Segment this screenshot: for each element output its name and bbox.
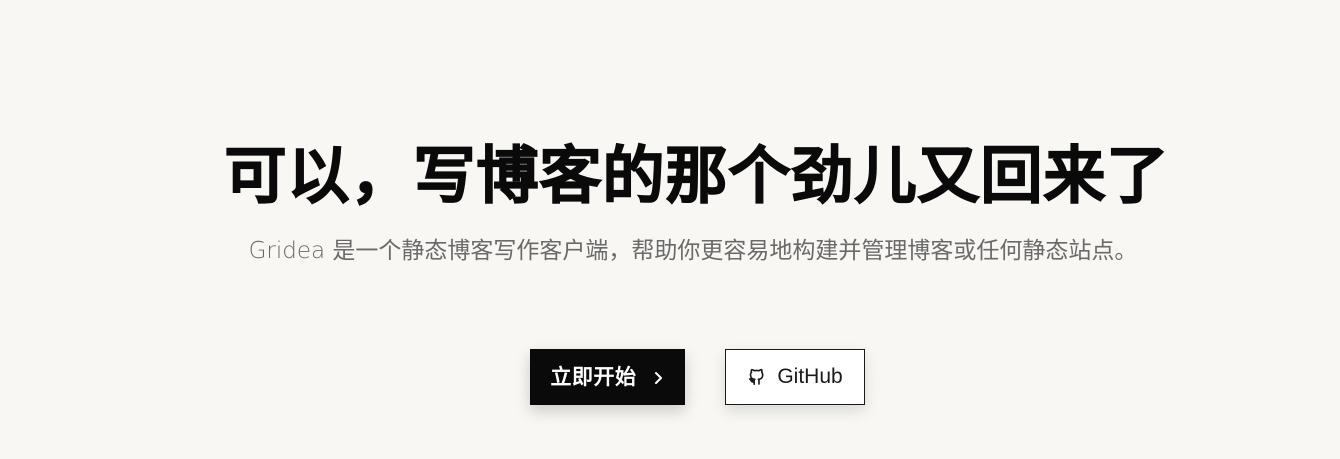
github-icon	[747, 367, 767, 387]
hero-title: 可以，写博客的那个劲儿又回来了	[224, 138, 1170, 212]
get-started-label: 立即开始	[550, 365, 637, 389]
hero-section: 可以，写博客的那个劲儿又回来了 Gridea 是一个静态博客写作客户端，帮助你更…	[0, 0, 1340, 459]
hero-subtitle: Gridea 是一个静态博客写作客户端，帮助你更容易地构建并管理博客或任何静态站…	[248, 238, 1138, 264]
get-started-button[interactable]: 立即开始	[530, 349, 685, 405]
github-label: GitHub	[777, 365, 843, 388]
github-button[interactable]: GitHub	[725, 349, 865, 405]
chevron-right-icon	[653, 370, 665, 384]
